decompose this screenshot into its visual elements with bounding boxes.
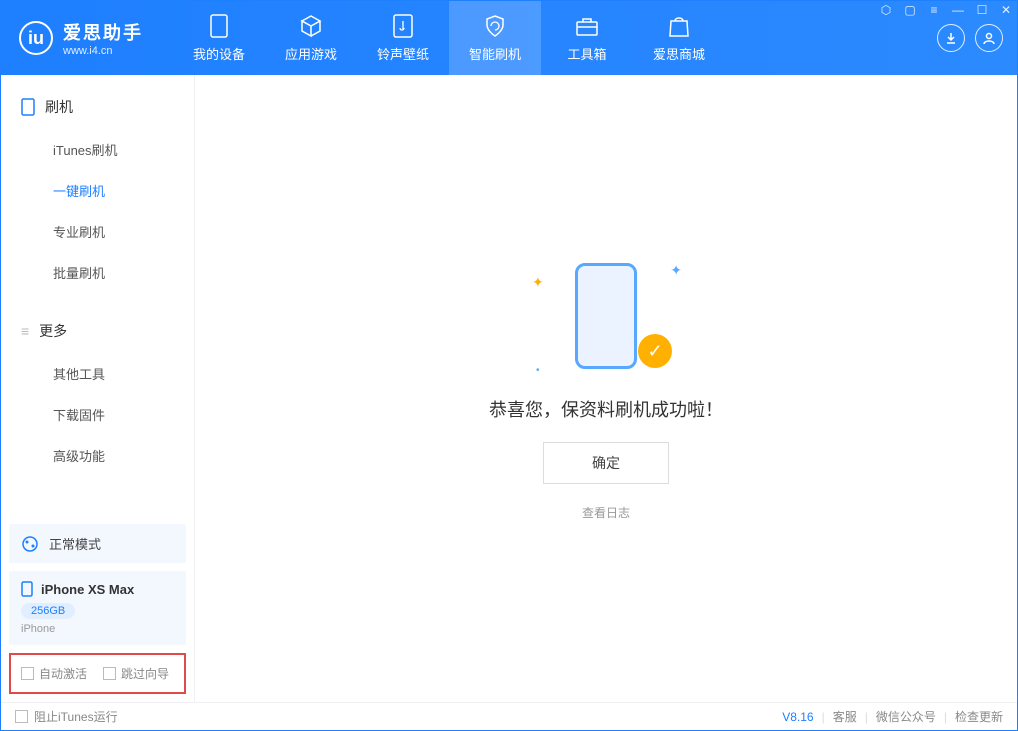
- menu-icon[interactable]: ≡: [922, 0, 946, 20]
- phone-icon: [207, 14, 231, 38]
- sidebar-section-more: ≡ 更多: [1, 317, 194, 345]
- maximize-button[interactable]: ☐: [970, 0, 994, 20]
- list-icon: ≡: [21, 323, 29, 339]
- success-illustration: ✦ ✦ • ✓: [546, 256, 666, 376]
- check-badge-icon: ✓: [638, 334, 672, 368]
- view-log-link[interactable]: 查看日志: [582, 504, 630, 521]
- tab-label: 工具箱: [567, 44, 606, 63]
- device-icon: [21, 98, 35, 116]
- support-link[interactable]: 客服: [833, 708, 857, 725]
- tab-flash[interactable]: 智能刷机: [449, 1, 541, 75]
- download-button[interactable]: [937, 24, 965, 52]
- auto-activate-checkbox[interactable]: 自动激活: [21, 665, 87, 682]
- sidebar-item-download-firmware[interactable]: 下载固件: [1, 394, 194, 435]
- storage-badge: 256GB: [21, 603, 75, 619]
- sidebar-item-advanced[interactable]: 高级功能: [1, 435, 194, 476]
- device-type: iPhone: [21, 623, 174, 635]
- tab-label: 应用游戏: [285, 44, 337, 63]
- account-button[interactable]: [975, 24, 1003, 52]
- music-file-icon: [391, 14, 415, 38]
- sidebar-item-pro-flash[interactable]: 专业刷机: [1, 211, 194, 252]
- shirt-icon[interactable]: ⬡: [874, 0, 898, 20]
- close-button[interactable]: ✕: [994, 0, 1018, 20]
- block-itunes-checkbox[interactable]: 阻止iTunes运行: [15, 708, 118, 725]
- window-controls: ⬡ ▢ ≡ — ☐ ✕: [874, 0, 1018, 20]
- sparkle-icon: ✦: [532, 274, 544, 291]
- section-title: 刷机: [45, 97, 73, 117]
- version-text: V8.16: [782, 710, 813, 724]
- main-content: ✦ ✦ • ✓ 恭喜您，保资料刷机成功啦！ 确定 查看日志: [195, 75, 1017, 702]
- logo-area: iu 爱思助手 www.i4.cn: [1, 1, 161, 75]
- sparkle-icon: ✦: [670, 262, 682, 279]
- ok-button[interactable]: 确定: [543, 442, 669, 484]
- cube-icon: [299, 14, 323, 38]
- update-link[interactable]: 检查更新: [955, 708, 1003, 725]
- success-message: 恭喜您，保资料刷机成功啦！: [489, 396, 723, 422]
- tablet-icon[interactable]: ▢: [898, 0, 922, 20]
- device-card[interactable]: iPhone XS Max 256GB iPhone: [9, 571, 186, 645]
- sidebar-item-other-tools[interactable]: 其他工具: [1, 353, 194, 394]
- app-name: 爱思助手: [63, 19, 143, 45]
- footer: 阻止iTunes运行 V8.16 | 客服 | 微信公众号 | 检查更新: [1, 702, 1017, 730]
- main-tabs: 我的设备 应用游戏 铃声壁纸 智能刷机 工具箱 爱思商城: [173, 1, 725, 75]
- status-card[interactable]: 正常模式: [9, 524, 186, 563]
- tab-label: 爱思商城: [653, 44, 705, 63]
- sidebar-item-batch-flash[interactable]: 批量刷机: [1, 252, 194, 293]
- sidebar-item-onekey-flash[interactable]: 一键刷机: [1, 170, 194, 211]
- bag-icon: [667, 14, 691, 38]
- section-title: 更多: [39, 321, 67, 341]
- toolbox-icon: [575, 14, 599, 38]
- tab-ringtones[interactable]: 铃声壁纸: [357, 1, 449, 75]
- sidebar-item-itunes-flash[interactable]: iTunes刷机: [1, 129, 194, 170]
- skip-guide-checkbox[interactable]: 跳过向导: [103, 665, 169, 682]
- tab-toolbox[interactable]: 工具箱: [541, 1, 633, 75]
- sidebar: 刷机 iTunes刷机 一键刷机 专业刷机 批量刷机 ≡ 更多 其他工具 下载固…: [1, 75, 195, 702]
- device-phone-icon: [21, 581, 33, 597]
- tab-apps-games[interactable]: 应用游戏: [265, 1, 357, 75]
- device-name-text: iPhone XS Max: [41, 582, 134, 597]
- phone-outline-icon: [575, 263, 637, 369]
- status-text: 正常模式: [49, 534, 101, 553]
- app-url: www.i4.cn: [63, 45, 143, 57]
- tab-label: 智能刷机: [469, 44, 521, 63]
- tab-my-device[interactable]: 我的设备: [173, 1, 265, 75]
- options-row: 自动激活 跳过向导: [9, 653, 186, 694]
- tab-label: 铃声壁纸: [377, 44, 429, 63]
- status-icon: [21, 535, 39, 553]
- sparkle-icon: •: [536, 365, 540, 376]
- app-header: iu 爱思助手 www.i4.cn 我的设备 应用游戏 铃声壁纸 智能刷机 工具…: [1, 1, 1017, 75]
- tab-label: 我的设备: [193, 44, 245, 63]
- wechat-link[interactable]: 微信公众号: [876, 708, 936, 725]
- logo-icon: iu: [19, 21, 53, 55]
- sidebar-section-flash: 刷机: [1, 93, 194, 121]
- shield-refresh-icon: [483, 14, 507, 38]
- tab-store[interactable]: 爱思商城: [633, 1, 725, 75]
- minimize-button[interactable]: —: [946, 0, 970, 20]
